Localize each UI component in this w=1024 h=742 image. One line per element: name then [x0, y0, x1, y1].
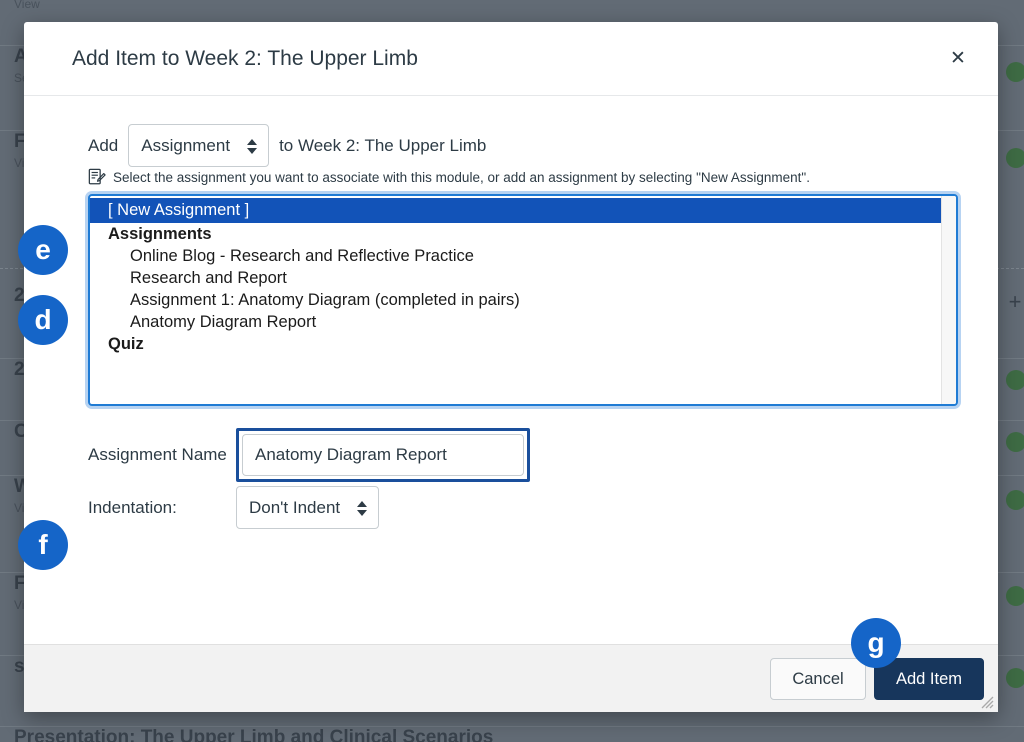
assignment-name-label: Assignment Name — [88, 445, 236, 465]
dialog-footer: Cancel Add Item — [24, 644, 998, 712]
dialog-body: Add Assignment to Week 2: The Upper Limb… — [24, 96, 998, 644]
dialog-header: Add Item to Week 2: The Upper Limb ✕ — [24, 22, 998, 96]
assignment-listbox[interactable]: [ New Assignment ] Assignments Online Bl… — [88, 194, 958, 406]
annotation-badge-d: d — [18, 295, 68, 345]
listbox-option[interactable]: Anatomy Diagram Report — [90, 311, 941, 333]
listbox-option[interactable]: Research and Report — [90, 267, 941, 289]
add-module-item-icon[interactable]: + — [1006, 294, 1024, 312]
assignment-listbox-options[interactable]: [ New Assignment ] Assignments Online Bl… — [90, 196, 941, 404]
dialog-title: Add Item to Week 2: The Upper Limb — [72, 47, 944, 71]
indentation-select[interactable]: Don't Indent — [236, 498, 379, 518]
add-prefix-label: Add — [88, 136, 118, 156]
indentation-select-value[interactable]: Don't Indent — [236, 486, 379, 529]
add-suffix-label: to Week 2: The Upper Limb — [279, 136, 486, 156]
indentation-label: Indentation: — [88, 498, 236, 518]
published-check-icon[interactable] — [1006, 490, 1024, 510]
bg-row-sub: View — [14, 0, 1010, 11]
close-icon[interactable]: ✕ — [944, 45, 972, 73]
published-check-icon[interactable] — [1006, 432, 1024, 452]
published-check-icon[interactable] — [1006, 668, 1024, 688]
add-type-row: Add Assignment to Week 2: The Upper Limb — [88, 136, 958, 156]
listbox-group-assignments: Assignments — [90, 223, 941, 245]
published-check-icon[interactable] — [1006, 148, 1024, 168]
published-check-icon[interactable] — [1006, 62, 1024, 82]
listbox-option-new-assignment[interactable]: [ New Assignment ] — [90, 198, 941, 223]
item-type-select[interactable]: Assignment — [128, 136, 269, 156]
assignment-name-input[interactable] — [242, 434, 524, 476]
assignment-name-row: Assignment Name — [88, 428, 958, 482]
resize-grip-icon[interactable] — [980, 695, 994, 709]
assignment-name-highlight — [236, 428, 530, 482]
bg-row-title: Presentation: The Upper Limb and Clinica… — [14, 727, 1010, 742]
item-type-select-value[interactable]: Assignment — [128, 124, 269, 167]
annotation-badge-e: e — [18, 225, 68, 275]
assignment-hint-text: Select the assignment you want to associ… — [113, 170, 810, 185]
listbox-group-quiz: Quiz — [90, 333, 941, 355]
cancel-button[interactable]: Cancel — [770, 658, 866, 700]
published-check-icon[interactable] — [1006, 586, 1024, 606]
add-item-dialog: Add Item to Week 2: The Upper Limb ✕ Add… — [24, 22, 998, 712]
bg-module-row: View — [0, 0, 1024, 11]
assignment-edit-icon — [88, 168, 106, 186]
listbox-scrollbar[interactable] — [941, 196, 956, 404]
assignment-hint: Select the assignment you want to associ… — [88, 168, 958, 186]
indentation-row: Indentation: Don't Indent — [88, 498, 958, 518]
listbox-option[interactable]: Online Blog - Research and Reflective Pr… — [90, 245, 941, 267]
annotation-badge-f: f — [18, 520, 68, 570]
annotation-badge-g: g — [851, 618, 901, 668]
add-item-button[interactable]: Add Item — [874, 658, 984, 700]
bg-module-row: Presentation: The Upper Limb and Clinica… — [0, 726, 1024, 742]
published-check-icon[interactable] — [1006, 370, 1024, 390]
listbox-option[interactable]: Assignment 1: Anatomy Diagram (completed… — [90, 289, 941, 311]
